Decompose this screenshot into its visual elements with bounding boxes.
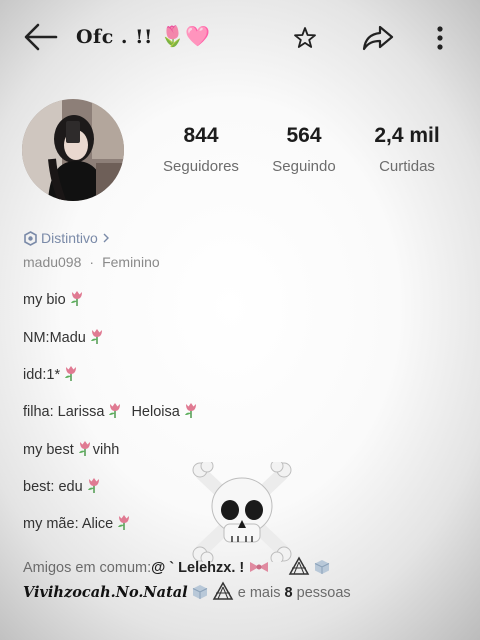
bio-line: idd:1*	[23, 364, 79, 383]
mutual-count: 8	[284, 585, 293, 601]
title-emoji: 🌷🩷	[159, 24, 211, 48]
profile-meta: madu098 · Feminino	[23, 254, 160, 270]
tulip-icon	[65, 366, 77, 381]
following-stat[interactable]: 564 Seguindo	[249, 124, 359, 175]
star-icon[interactable]	[289, 22, 321, 54]
gender: Feminino	[102, 254, 160, 270]
cube-icon	[192, 585, 207, 599]
tulip-icon	[90, 329, 102, 344]
triangle-eye-icon	[212, 581, 234, 600]
more-icon[interactable]	[424, 22, 456, 54]
tulip-icon	[70, 291, 82, 306]
mutual-people: pessoas	[296, 585, 351, 601]
badge-label: Distintivo	[41, 230, 98, 246]
tulip-icon	[78, 441, 90, 456]
skull-crossbones-icon	[192, 462, 292, 562]
bow-icon	[250, 562, 269, 572]
bio-line: my bio	[23, 289, 85, 308]
bio-text: Heloisa	[131, 404, 180, 420]
back-arrow-icon[interactable]	[22, 22, 58, 52]
likes-label: Curtidas	[379, 158, 435, 175]
bio-text: filha: Larissa	[23, 404, 105, 420]
bio-text: my bio	[23, 292, 66, 308]
followers-stat[interactable]: 844 Seguidores	[146, 124, 256, 175]
cube-icon	[315, 560, 330, 574]
mutual-prefix: Amigos em comum:	[23, 560, 152, 576]
bio-line: my mãe: Alice	[23, 513, 132, 532]
top-bar: Ofc . !! 🌷🩷	[0, 0, 480, 76]
mutual-friends-line-2[interactable]: Vivihzocah.No.Natal e mais 8 pessoas	[23, 581, 351, 601]
username: madu098	[23, 254, 82, 270]
bio-text: best: edu	[23, 479, 83, 495]
mutual-friend-name[interactable]: Vivihzocah.No.Natal	[23, 584, 188, 601]
following-count: 564	[286, 124, 322, 147]
avatar[interactable]	[22, 99, 124, 201]
bio-line: NM:Madu	[23, 327, 105, 346]
mutual-and-more: e mais	[237, 585, 281, 601]
followers-label: Seguidores	[163, 158, 239, 175]
mutual-friend-name[interactable]: @ ` Lelehzx. !	[151, 560, 244, 576]
tulip-icon	[184, 403, 196, 418]
likes-stat[interactable]: 2,4 mil Curtidas	[352, 124, 462, 175]
chevron-right-icon	[103, 233, 109, 243]
tulip-icon	[87, 478, 99, 493]
bio-text: vihh	[92, 442, 120, 458]
likes-count: 2,4 mil	[374, 124, 440, 147]
bio-line: my best vihh	[23, 439, 119, 458]
following-label: Seguindo	[272, 158, 336, 175]
meta-separator: ·	[89, 254, 95, 270]
profile-title: Ofc . !! 🌷🩷	[76, 24, 211, 48]
tulip-icon	[118, 515, 130, 530]
bio-line: best: edu	[23, 476, 102, 495]
badge-icon	[24, 230, 37, 246]
share-icon[interactable]	[362, 22, 394, 54]
badge-link[interactable]: Distintivo	[23, 230, 111, 246]
mutual-friends-line[interactable]: Amigos em comum:@ ` Lelehzx. !	[23, 556, 330, 576]
bio-text: my mãe: Alice	[23, 516, 114, 532]
bio-text: idd:1*	[23, 367, 61, 383]
profile-title-text: Ofc . !!	[76, 26, 153, 48]
bio-text: my best	[23, 442, 74, 458]
followers-count: 844	[183, 124, 219, 147]
bio-line: filha: Larissa Heloisa	[23, 401, 199, 420]
triangle-eye-icon	[289, 556, 310, 575]
tulip-icon	[109, 403, 121, 418]
bio-text: NM:Madu	[23, 330, 86, 346]
